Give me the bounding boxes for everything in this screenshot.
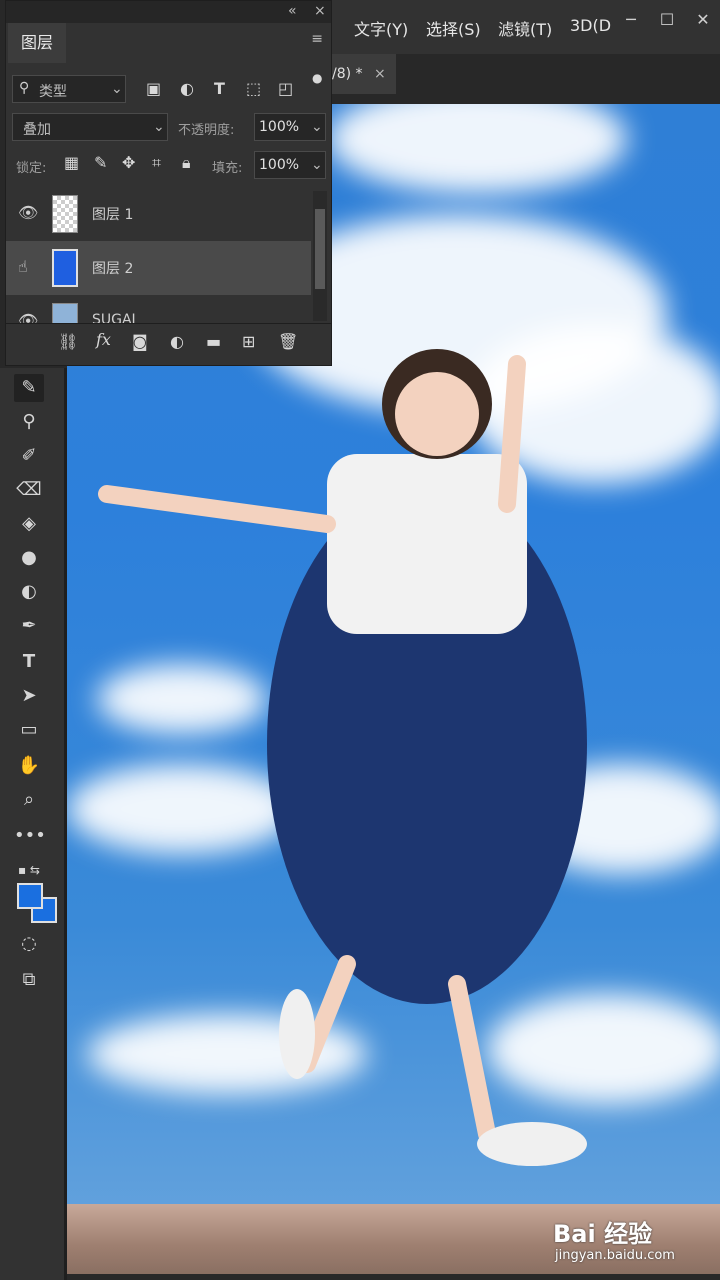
- eye-icon[interactable]: 👁︎: [18, 203, 38, 222]
- filter-toggle-icon[interactable]: ●: [312, 71, 322, 85]
- chevron-down-icon: ⌄: [111, 81, 123, 97]
- baidu-watermark: Bai 经验 jingyan.baidu.com: [553, 1212, 713, 1272]
- layers-list: 👁︎ 图层 1 ☝︎ 图层 2 👁︎ SUGAI: [6, 187, 311, 323]
- more-tools-icon[interactable]: •••: [14, 822, 46, 850]
- screen-mode-icon[interactable]: ⧉: [14, 966, 44, 994]
- menu-bar: 文字(Y) 选择(S) 滤镜(T) 3D(D ─ ☐ ✕: [330, 0, 720, 54]
- pixel-filter-icon[interactable]: ▣: [146, 79, 161, 98]
- foreground-color-swatch[interactable]: [17, 883, 43, 909]
- search-icon: ⚲: [19, 80, 30, 96]
- document-tab-label: /8) *: [332, 66, 363, 82]
- layers-scrollbar[interactable]: [313, 191, 327, 321]
- chevron-down-icon: ⌄: [311, 119, 323, 135]
- layers-panel: « × 图层 ≡ ⚲ 类型 ⌄ ▣ ◐ T ⬚ ◰ ● 叠加 ⌄ 不透明度: 1…: [5, 0, 332, 366]
- layers-footer: ⛓ fx ◙ ◐ ▬ ⊞ 🗑︎: [6, 323, 331, 364]
- layer-thumbnail: [52, 249, 78, 287]
- blend-mode-value: 叠加: [23, 122, 51, 138]
- eraser-tool-icon[interactable]: ⌫: [14, 476, 44, 504]
- fx-icon[interactable]: fx: [96, 330, 111, 349]
- tab-layers[interactable]: 图层: [8, 23, 66, 63]
- watermark-url: jingyan.baidu.com: [555, 1248, 675, 1263]
- layer-filter-select[interactable]: ⚲ 类型 ⌄: [12, 75, 126, 103]
- menu-select[interactable]: 选择(S): [426, 16, 481, 40]
- layer-thumbnail: [52, 303, 78, 323]
- menu-text[interactable]: 文字(Y): [354, 16, 408, 40]
- menu-filter[interactable]: 滤镜(T): [498, 16, 552, 40]
- hand-tool-icon[interactable]: ✋: [14, 752, 44, 780]
- fill-value: 100%: [259, 157, 300, 173]
- lock-position-icon[interactable]: ✥: [122, 153, 135, 172]
- lock-all-icon[interactable]: 🔒︎: [182, 153, 191, 173]
- layer-row[interactable]: 👁︎ 图层 1: [6, 187, 311, 241]
- layer-name: 图层 2: [92, 261, 134, 277]
- shape-filter-icon[interactable]: ⬚: [246, 79, 261, 98]
- adjustment-layer-icon[interactable]: ◐: [170, 332, 184, 351]
- type-tool-icon[interactable]: T: [14, 648, 44, 676]
- collapse-panel-icon[interactable]: «: [288, 3, 297, 19]
- delete-layer-icon[interactable]: 🗑︎: [278, 332, 298, 351]
- layer-name: SUGAI: [92, 312, 136, 323]
- menu-3d[interactable]: 3D(D: [570, 16, 611, 35]
- close-tab-icon[interactable]: ×: [374, 54, 386, 94]
- lock-pixels-icon[interactable]: ✎: [94, 153, 107, 172]
- dodge-tool-icon[interactable]: ◐: [14, 578, 44, 606]
- adjustment-filter-icon[interactable]: ◐: [180, 79, 194, 98]
- new-group-icon[interactable]: ▬: [206, 332, 221, 351]
- chevron-down-icon: ⌄: [153, 119, 165, 135]
- zoom-tool-icon[interactable]: ⌕: [14, 786, 44, 814]
- layer-row-selected[interactable]: ☝︎ 图层 2: [6, 241, 311, 295]
- eye-icon[interactable]: 👁︎: [18, 311, 38, 323]
- close-panel-icon[interactable]: ×: [314, 3, 326, 19]
- swap-colors-icon[interactable]: ▪ ⇆: [14, 856, 44, 884]
- lock-transparent-icon[interactable]: ▦: [64, 153, 79, 172]
- new-layer-icon[interactable]: ⊞: [242, 332, 255, 351]
- maximize-button[interactable]: ☐: [652, 8, 682, 32]
- quick-mask-icon[interactable]: ◌: [14, 930, 44, 958]
- panel-titlebar: « ×: [6, 1, 331, 23]
- document-tab[interactable]: /8) * ×: [330, 54, 396, 94]
- filter-label: 类型: [39, 84, 67, 100]
- panel-menu-icon[interactable]: ≡: [311, 31, 323, 47]
- brush-tool-icon[interactable]: ✎: [14, 374, 44, 402]
- pen-tool-icon[interactable]: ✒: [14, 612, 44, 640]
- path-select-icon[interactable]: ➤: [14, 682, 44, 710]
- layer-thumbnail: [52, 195, 78, 233]
- opacity-field[interactable]: 100% ⌄: [254, 113, 326, 141]
- paint-bucket-icon[interactable]: ◈: [14, 510, 44, 538]
- scrollbar-thumb[interactable]: [315, 209, 325, 289]
- fill-field[interactable]: 100% ⌄: [254, 151, 326, 179]
- minimize-button[interactable]: ─: [616, 8, 646, 32]
- tools-panel: ✎ ⚲ ✐ ⌫ ◈ ● ◐ ✒ T ➤ ▭ ✋ ⌕ ••• ▪ ⇆ ◌ ⧉: [0, 368, 67, 1280]
- watermark-brand: Bai 经验: [553, 1220, 653, 1248]
- type-filter-icon[interactable]: T: [214, 79, 225, 98]
- chevron-down-icon: ⌄: [311, 157, 323, 173]
- layer-row[interactable]: 👁︎ SUGAI: [6, 295, 311, 323]
- rectangle-tool-icon[interactable]: ▭: [14, 716, 44, 744]
- smart-object-filter-icon[interactable]: ◰: [278, 79, 293, 98]
- link-layers-icon[interactable]: ⛓: [58, 332, 78, 351]
- hand-cursor-icon[interactable]: ☝︎: [18, 257, 28, 276]
- blend-mode-select[interactable]: 叠加 ⌄: [12, 113, 168, 141]
- document-tab-bar: /8) * ×: [330, 54, 720, 94]
- opacity-label: 不透明度:: [178, 123, 235, 138]
- stamp-tool-icon[interactable]: ⚲: [14, 408, 44, 436]
- blur-tool-icon[interactable]: ●: [14, 544, 44, 572]
- history-brush-icon[interactable]: ✐: [14, 442, 44, 470]
- lock-artboard-icon[interactable]: ⌗: [152, 153, 161, 173]
- close-window-button[interactable]: ✕: [688, 8, 718, 32]
- fill-label: 填充:: [212, 161, 243, 176]
- add-mask-icon[interactable]: ◙: [132, 332, 148, 351]
- lock-label: 锁定:: [16, 161, 47, 176]
- opacity-value: 100%: [259, 119, 300, 135]
- layer-name: 图层 1: [92, 207, 134, 223]
